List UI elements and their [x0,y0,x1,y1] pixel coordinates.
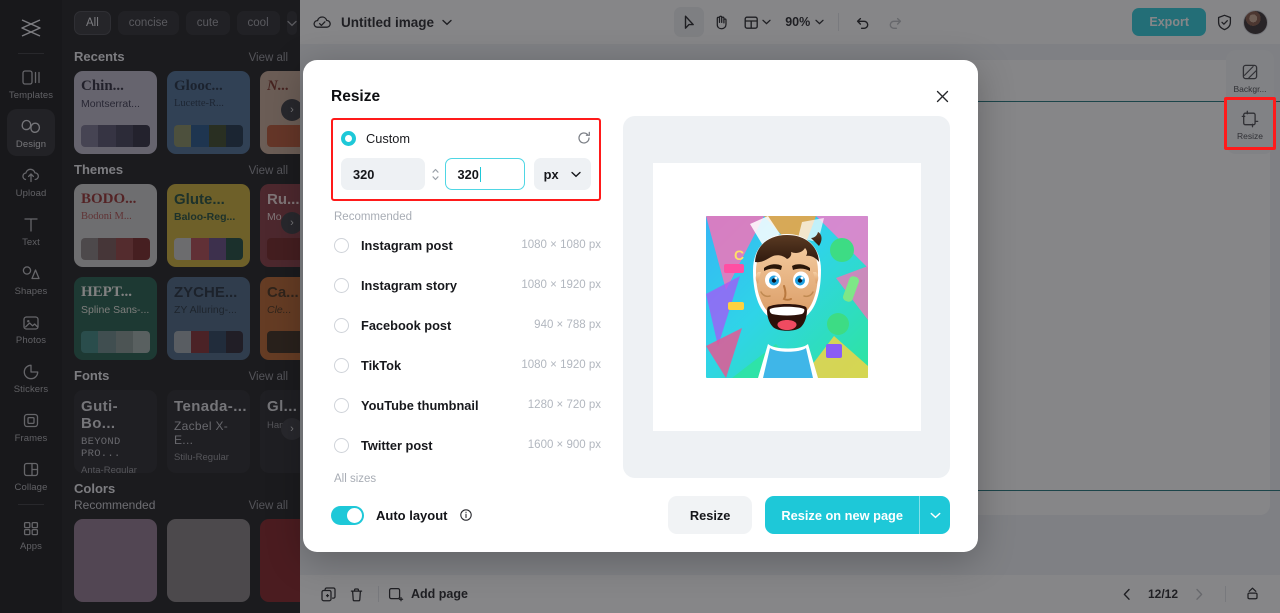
width-value: 320 [353,166,375,182]
preset-name: Twitter post [361,437,433,453]
preset-size: 1080 × 1920 px [521,359,601,371]
preview-column: C [623,116,950,478]
preset-radio[interactable] [334,317,349,333]
preset-name: Instagram post [361,237,453,253]
custom-option-row[interactable]: Custom [341,127,591,149]
custom-label: Custom [366,130,411,146]
preset-facebook-post[interactable]: Facebook post 940 × 788 px [331,305,601,345]
text-caret [479,166,482,182]
preset-size: 1280 × 720 px [527,399,601,411]
height-value: 320 [457,166,479,182]
dimension-inputs: 320 320 px [341,158,591,190]
link-dimensions-icon[interactable] [425,163,445,185]
preset-instagram-post[interactable]: Instagram post 1080 × 1080 px [331,225,601,265]
dialog-header: Resize [303,60,978,106]
unit-value: px [543,166,559,182]
auto-layout-toggle[interactable] [331,505,364,525]
resize-button[interactable]: Resize [667,496,753,534]
svg-text:C: C [734,247,744,263]
preset-name: YouTube thumbnail [361,397,479,413]
preset-list: Instagram post 1080 × 1080 px Instagram … [331,225,601,465]
preset-size: 1600 × 900 px [527,439,601,451]
height-input[interactable]: 320 [445,158,525,190]
preset-instagram-story[interactable]: Instagram story 1080 × 1920 px [331,265,601,305]
dialog-body: Custom 320 320 px Recommended Instagram … [303,106,978,485]
preset-size: 1080 × 1080 px [521,239,601,251]
unit-select[interactable]: px [533,158,591,190]
preset-name: Facebook post [361,317,452,333]
preview-pane: C [623,116,950,478]
dialog-footer: Auto layout Resize Resize on new page [303,478,978,552]
dialog-title: Resize [331,88,381,105]
info-icon[interactable] [459,509,472,521]
preset-size: 1080 × 1920 px [521,279,601,291]
resize-dialog: Resize Custom 320 320 px Recommended Ins… [303,60,978,552]
preset-radio[interactable] [334,237,349,253]
preview-canvas: C [652,163,921,431]
custom-radio[interactable] [341,130,356,146]
preset-tiktok[interactable]: TikTok 1080 × 1920 px [331,345,601,385]
auto-layout-label: Auto layout [376,507,448,523]
preset-radio[interactable] [334,357,349,373]
preset-radio[interactable] [334,397,349,413]
recommended-label: Recommended [334,211,412,223]
app-root: Templates Design Upload Text [0,0,1280,613]
custom-size-highlight: Custom 320 320 px [331,118,601,201]
preset-name: Instagram story [361,277,458,293]
reset-icon[interactable] [577,131,591,145]
preview-thumbnail: C [705,216,868,378]
preset-radio[interactable] [334,437,349,453]
resize-tool-highlight [1224,97,1276,150]
preset-name: TikTok [361,357,402,373]
resize-on-new-page-label: Resize on new page [781,507,903,523]
chevron-down-icon[interactable] [920,512,950,519]
chevron-down-icon [571,171,581,178]
dialog-actions: Resize Resize on new page [667,496,950,534]
preset-size: 940 × 788 px [534,319,601,331]
preset-youtube-thumbnail[interactable]: YouTube thumbnail 1280 × 720 px [331,385,601,425]
close-icon[interactable] [930,84,954,108]
width-input[interactable]: 320 [341,158,426,190]
size-options-column: Custom 320 320 px Recommended Instagram … [331,116,601,485]
resize-on-new-page-button[interactable]: Resize on new page [765,496,950,534]
preset-twitter-post[interactable]: Twitter post 1600 × 900 px [331,425,601,465]
preset-radio[interactable] [334,277,349,293]
